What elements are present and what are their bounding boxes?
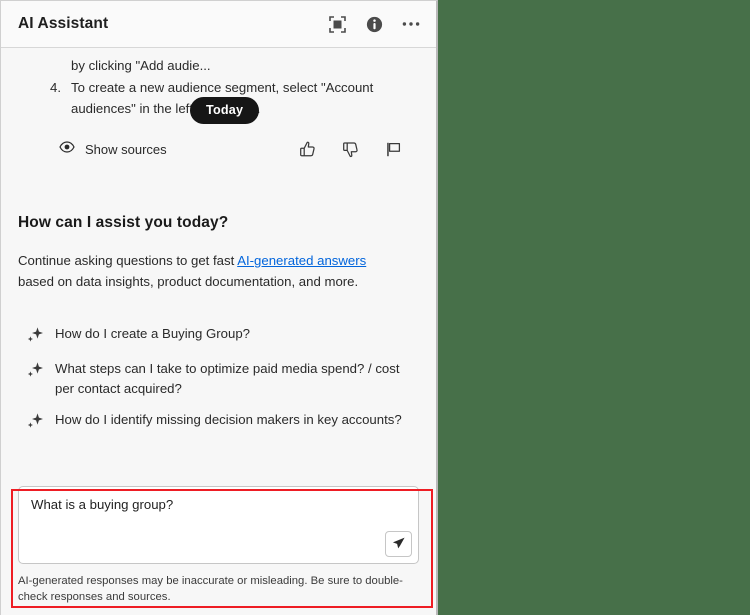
feedback-icons [299, 141, 419, 158]
suggestion-item[interactable]: What steps can I take to optimize paid m… [18, 354, 419, 405]
conversation-body[interactable]: by clicking "Add audie... 4. To create a… [1, 48, 436, 474]
message-actions: Show sources [18, 138, 419, 160]
suggestion-list: How do I create a Buying Group? What ste… [18, 319, 419, 440]
ai-disclaimer: AI-generated responses may be inaccurate… [18, 574, 403, 603]
maximize-icon[interactable] [326, 13, 348, 35]
sparkle-icon [26, 359, 44, 384]
suggestion-item[interactable]: How do I create a Buying Group? [18, 319, 419, 354]
more-options-icon[interactable] [400, 13, 422, 35]
header-actions [326, 13, 422, 35]
date-divider-badge: Today [190, 97, 260, 124]
show-sources-button[interactable]: Show sources [18, 140, 167, 158]
suggestion-label: What steps can I take to optimize paid m… [55, 360, 400, 397]
composer: What is a buying group? AI-generated res… [1, 473, 436, 615]
eye-icon [59, 140, 75, 158]
panel-header: AI Assistant [1, 1, 436, 48]
flag-icon[interactable] [385, 141, 402, 158]
list-item-number: 4. [50, 80, 61, 96]
message-input[interactable]: What is a buying group? [31, 497, 406, 512]
sparkle-icon [26, 324, 44, 349]
info-icon[interactable] [363, 13, 385, 35]
ai-assistant-panel: AI Assistant by clicking "Add audie... 4… [0, 0, 438, 615]
suggestion-label: How do I create a Buying Group? [55, 325, 250, 341]
suggestion-item[interactable]: How do I identify missing decision maker… [18, 405, 419, 440]
assist-subtext: Continue asking questions to get fast AI… [18, 251, 393, 293]
page-title: AI Assistant [18, 15, 109, 32]
assist-block: How can I assist you today? Continue ask… [18, 214, 419, 474]
send-button[interactable] [385, 530, 412, 557]
ai-generated-answers-link[interactable]: AI-generated answers [237, 253, 366, 268]
thumbs-up-icon[interactable] [299, 141, 316, 158]
message-input-box[interactable]: What is a buying group? [18, 485, 419, 564]
suggestion-label: How do I identify missing decision maker… [55, 411, 402, 427]
show-sources-label: Show sources [85, 141, 167, 157]
thumbs-down-icon[interactable] [342, 141, 359, 158]
sparkle-icon [26, 410, 44, 435]
assist-subtext-before: Continue asking questions to get fast [18, 253, 238, 269]
assist-subtext-after: based on data insights, product document… [18, 274, 359, 290]
message-continued-line: by clicking "Add audie... [71, 58, 211, 73]
assist-heading: How can I assist you today? [18, 214, 229, 232]
